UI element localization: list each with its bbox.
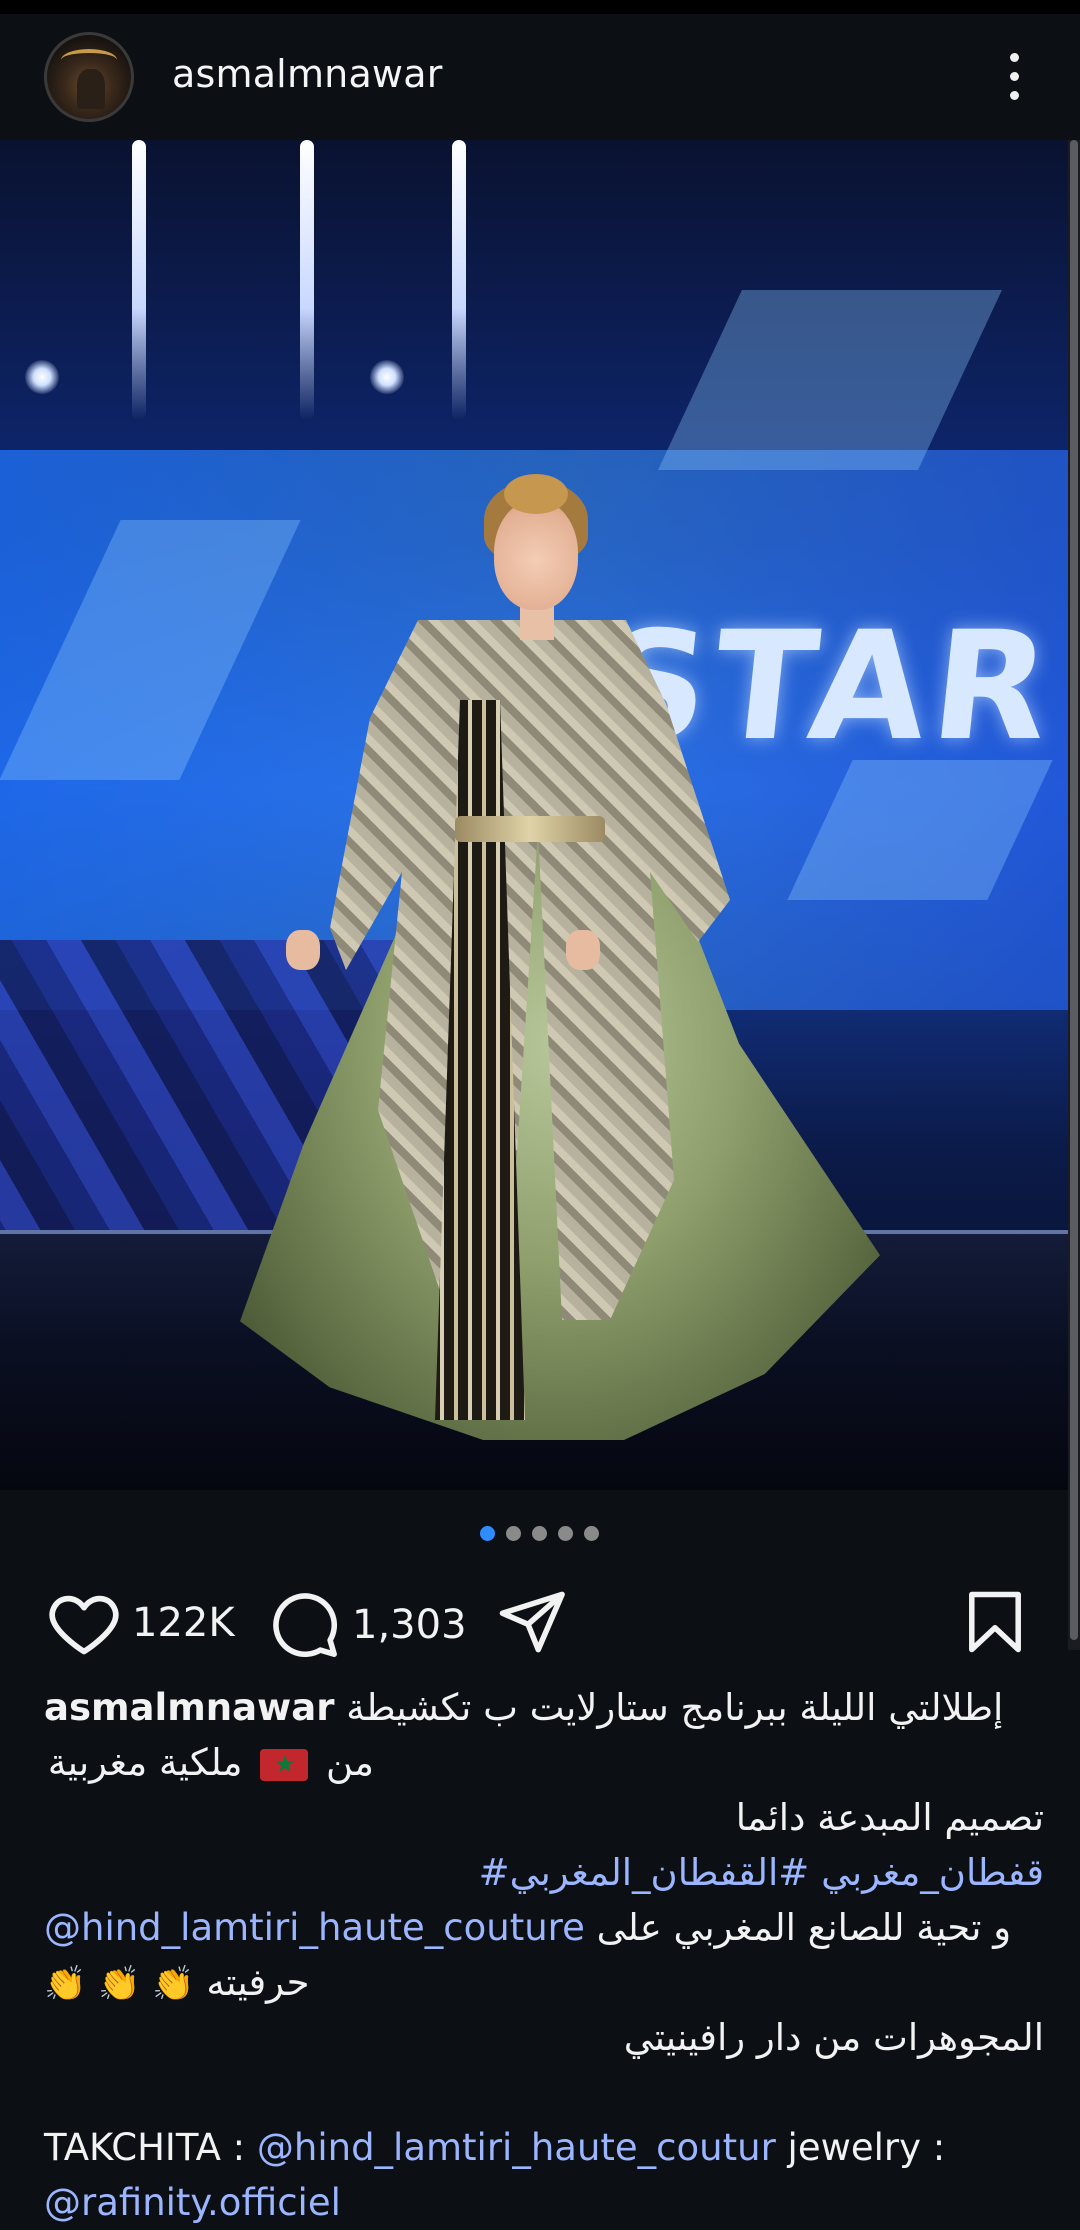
- caption-text: TAKCHITA :: [44, 2126, 246, 2169]
- figure-hair-bun: [504, 474, 568, 514]
- caption-text: إطلالتي الليلة ببرنامج ستارلايت ب تكشيطة: [346, 1686, 1004, 1729]
- carousel-dot: [506, 1526, 521, 1541]
- caption-text: ملكية مغربية: [47, 1741, 243, 1784]
- heart-icon[interactable]: [48, 1590, 120, 1656]
- caption-text: تصميم المبدعة دائما: [735, 1796, 1044, 1839]
- post-caption: asmalmnawar إطلالتي الليلة ببرنامج ستارل…: [44, 1680, 1044, 2230]
- caftan-belt: [455, 816, 605, 842]
- like-count[interactable]: 122K: [132, 1600, 235, 1646]
- more-options-icon[interactable]: [996, 36, 1032, 116]
- mention-link[interactable]: @hind_lamtiri_haute_coutur: [257, 2126, 776, 2169]
- bookmark-icon[interactable]: [966, 1590, 1024, 1654]
- morocco-flag-icon: [260, 1748, 309, 1781]
- caption-line-8: TAKCHITA : @hind_lamtiri_haute_coutur je…: [44, 2120, 1044, 2175]
- status-bar-strip: [0, 0, 1080, 14]
- avatar[interactable]: [44, 32, 134, 122]
- carousel-indicator: [480, 1526, 599, 1541]
- caption-text: jewelry :: [787, 2126, 946, 2169]
- avatar-figure: [77, 69, 105, 109]
- carousel-dot: [558, 1526, 573, 1541]
- caption-line-7: المجوهرات من دار رافينيتي: [44, 2010, 1044, 2065]
- clapping-hands-icon: 👏: [98, 1964, 141, 2004]
- clapping-hands-icon: 👏: [152, 1964, 195, 2004]
- caption-text: من: [326, 1741, 374, 1784]
- caption-line-4: #قفطان_مغربي #القفطان_المغربي: [44, 1845, 1044, 1900]
- caption-line-1: asmalmnawar إطلالتي الليلة ببرنامج ستارل…: [44, 1680, 1044, 1735]
- clapping-hands-icon: 👏: [44, 1964, 87, 2004]
- avatar-ornament: [61, 49, 117, 71]
- scrollbar-thumb[interactable]: [1070, 140, 1078, 1640]
- post-header: asmalmnawar: [0, 14, 1080, 140]
- share-action[interactable]: [498, 1590, 568, 1654]
- stage-spotlight: [25, 360, 59, 394]
- caption-line-5: @hind_lamtiri_haute_couture و تحية للصان…: [44, 1900, 1044, 1955]
- stage-light-beam: [452, 140, 466, 420]
- stage-spotlight: [370, 360, 404, 394]
- mention-link[interactable]: @hind_lamtiri_haute_couture: [44, 1906, 585, 1949]
- caption-line-2: من ملكية مغربية: [44, 1735, 374, 1790]
- stage-light-beam: [132, 140, 146, 420]
- save-action[interactable]: [966, 1590, 1024, 1654]
- post-username[interactable]: asmalmnawar: [172, 52, 443, 96]
- stage-light-beam: [300, 140, 314, 420]
- comment-count[interactable]: 1,303: [352, 1602, 467, 1648]
- caption-line-6: 👏 👏 👏 حرفيته: [44, 1955, 1044, 2010]
- caption-line-3: تصميم المبدعة دائما: [44, 1790, 1044, 1845]
- caption-text: المجوهرات من دار رافينيتي: [623, 2016, 1044, 2059]
- comment-action[interactable]: 1,303: [270, 1590, 467, 1660]
- mention-link[interactable]: @rafinity.officiel: [44, 2181, 341, 2224]
- like-action[interactable]: 122K: [48, 1590, 235, 1656]
- post-actions: 122K 1,303: [0, 1570, 1068, 1670]
- caption-username[interactable]: asmalmnawar: [44, 1686, 334, 1729]
- figure-hand: [286, 930, 320, 970]
- caption-text: و تحية للصانع المغربي على: [596, 1906, 1012, 1949]
- carousel-dot-active: [480, 1526, 495, 1541]
- figure-face: [494, 500, 578, 610]
- caption-line-9: @rafinity.officiel: [44, 2175, 1044, 2230]
- comment-icon[interactable]: [270, 1590, 340, 1660]
- carousel-dot: [532, 1526, 547, 1541]
- post-photo[interactable]: STAR: [0, 140, 1068, 1490]
- figure-hand: [566, 930, 600, 970]
- carousel-dot: [584, 1526, 599, 1541]
- send-icon[interactable]: [498, 1590, 568, 1654]
- caption-text: حرفيته: [206, 1961, 310, 2004]
- stage-shard: [658, 290, 1002, 470]
- hashtag-link[interactable]: #القفطان_المغربي: [510, 1851, 810, 1894]
